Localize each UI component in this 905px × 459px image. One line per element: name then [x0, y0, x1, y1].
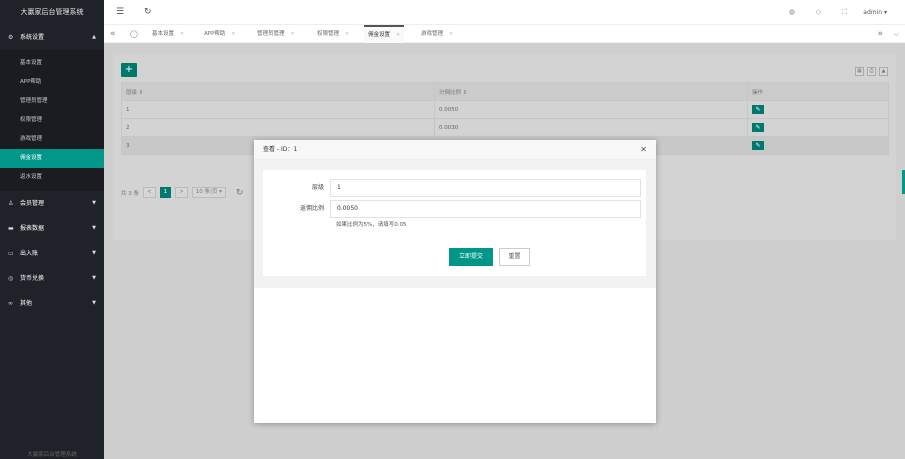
- export-icon[interactable]: ⎙: [867, 67, 876, 76]
- edit-icon[interactable]: ✎: [752, 105, 764, 114]
- home-icon[interactable]: ◯: [130, 25, 138, 43]
- tag-icon[interactable]: ◇: [816, 0, 821, 25]
- level-label: 层级: [311, 184, 324, 191]
- nav-group-member-management[interactable]: ♙ 会员管理 ▼: [0, 191, 104, 216]
- table-row: 1 0.0050 ✎: [121, 100, 889, 119]
- sidebar-footer-title: 大赢家后台管理系统: [27, 452, 77, 458]
- modal-title: 查看 - ID：1: [263, 146, 298, 153]
- nav-group-in-out-account[interactable]: ▭ 出入账 ▼: [0, 241, 104, 266]
- top-header: ☰ ↻ ◍ ◇ ⛶ admin ▾: [104, 0, 905, 25]
- tab-commission-settings[interactable]: 佣金设置 ✕: [364, 25, 405, 43]
- user-menu[interactable]: admin ▾: [863, 0, 887, 25]
- chevron-down-icon: ▼: [92, 225, 96, 231]
- nav-group-label: 报表数据: [20, 225, 45, 232]
- pager-per-page-select[interactable]: 10 条/页 ▾: [191, 187, 226, 198]
- columns-icon[interactable]: ▦: [855, 67, 864, 76]
- tab-basic-settings[interactable]: 基本设置 ✕: [148, 25, 188, 43]
- print-icon[interactable]: ▲: [879, 67, 888, 76]
- submit-button[interactable]: 立即提交: [449, 248, 493, 266]
- sidebar-item-commission-settings[interactable]: 佣金设置: [0, 149, 104, 168]
- ratio-hint: 如果比例为5%，请填写0.05: [336, 222, 407, 228]
- cell-ratio: 0.0050: [434, 100, 748, 119]
- tab-app-help[interactable]: APP帮助 ✕: [200, 25, 240, 43]
- edit-icon[interactable]: ✎: [752, 123, 764, 132]
- modal-body: 层级 1 返佣比例 0.0050 如果比例为5%，请填写0.05 立即提交 重置: [254, 160, 656, 288]
- pager-current-page[interactable]: 1: [159, 187, 172, 198]
- menu-icon[interactable]: ☰: [116, 0, 124, 25]
- level-field[interactable]: 1: [330, 179, 641, 197]
- column-header-actions: 操作: [747, 82, 889, 101]
- close-icon[interactable]: ✕: [396, 32, 400, 38]
- chevron-down-icon: ▼: [92, 300, 96, 306]
- chevron-down-icon: ▼: [92, 200, 96, 206]
- ratio-label: 返佣比例: [299, 205, 324, 212]
- pager-prev[interactable]: <: [143, 187, 156, 198]
- nav-group-report-data[interactable]: ▬ 报表数据 ▼: [0, 216, 104, 241]
- nav-group-label: 货币兑换: [20, 275, 45, 282]
- app-logo: 大赢家后台管理系统: [20, 8, 84, 16]
- nav-group-label: 会员管理: [20, 200, 45, 207]
- modal-header: 查看 - ID：1 ✕: [254, 140, 656, 160]
- form-row-ratio: 返佣比例 0.0050: [263, 200, 646, 218]
- table-row: 2 0.0030 ✎: [121, 118, 889, 137]
- wallet-icon: ▭: [8, 250, 14, 257]
- ratio-field[interactable]: 0.0050: [330, 200, 641, 218]
- column-header-ratio[interactable]: 分佣比例 ⇕: [434, 82, 748, 101]
- fullscreen-icon[interactable]: ⛶: [842, 0, 847, 25]
- sub-menu: 基本设置 APP帮助 管理员管理 权限管理 游戏管理 佣金设置 返水设置: [0, 50, 104, 191]
- tab-game-management[interactable]: 游戏管理 ✕: [417, 25, 457, 43]
- close-icon[interactable]: ✕: [345, 31, 349, 37]
- close-icon[interactable]: ✕: [449, 31, 453, 37]
- nav-group-label: 其他: [20, 300, 33, 307]
- sidebar-item-app-help[interactable]: APP帮助: [0, 73, 104, 92]
- coin-icon: ◎: [8, 275, 14, 282]
- tabs-scroll-left-icon[interactable]: «: [110, 25, 116, 43]
- tab-permission-management[interactable]: 权限管理 ✕: [313, 25, 353, 43]
- close-icon[interactable]: ✕: [640, 140, 647, 160]
- reset-button[interactable]: 重置: [499, 248, 530, 266]
- chevron-up-icon: ▲: [92, 34, 96, 40]
- view-modal: 查看 - ID：1 ✕ 层级 1 返佣比例 0.0050 如果比例为5%，请填写…: [254, 140, 656, 423]
- pager-next[interactable]: >: [175, 187, 188, 198]
- sidebar-item-admin-management[interactable]: 管理员管理: [0, 92, 104, 111]
- close-icon[interactable]: ✕: [231, 31, 235, 37]
- table-toolbar: ▦ ⎙ ▲: [855, 67, 888, 76]
- refresh-icon[interactable]: ↻: [144, 0, 152, 25]
- gear-icon: ⚙: [8, 34, 14, 41]
- user-icon: ♙: [8, 200, 14, 207]
- sidebar-item-rebate-settings[interactable]: 返水设置: [0, 168, 104, 187]
- add-button[interactable]: +: [121, 63, 137, 77]
- nav-group-other[interactable]: ∞ 其他 ▼: [0, 291, 104, 316]
- form-card: 层级 1 返佣比例 0.0050 如果比例为5%，请填写0.05 立即提交 重置: [263, 170, 646, 276]
- cell-ratio: 0.0030: [434, 118, 748, 137]
- link-icon: ∞: [8, 300, 13, 307]
- form-row-level: 层级 1: [263, 179, 646, 197]
- sidebar-item-permission-management[interactable]: 权限管理: [0, 111, 104, 130]
- close-icon[interactable]: ✕: [180, 31, 184, 37]
- nav-group-label: 系统设置: [20, 34, 45, 41]
- pager-total: 共 3 条: [121, 190, 139, 197]
- pagination: 共 3 条 < 1 > 10 条/页 ▾ ↻: [121, 187, 243, 198]
- column-header-level[interactable]: 层级 ⇕: [121, 82, 435, 101]
- close-icon[interactable]: ✕: [291, 31, 295, 37]
- sidebar-item-game-management[interactable]: 游戏管理: [0, 130, 104, 149]
- sidebar-item-basic-settings[interactable]: 基本设置: [0, 54, 104, 73]
- cell-level: 2: [121, 118, 435, 137]
- nav-group-currency-exchange[interactable]: ◎ 货币兑换 ▼: [0, 266, 104, 291]
- sidebar: 大赢家后台管理系统 ⚙ 系统设置 ▲ 基本设置 APP帮助 管理员管理 权限管理…: [0, 0, 104, 459]
- nav-group-system-settings[interactable]: ⚙ 系统设置 ▲: [0, 25, 104, 50]
- theme-icon[interactable]: ◍: [789, 0, 795, 25]
- nav-group-label: 出入账: [20, 250, 39, 257]
- refresh-icon[interactable]: ↻: [236, 188, 244, 198]
- tabs-bar: « ◯ 基本设置 ✕ APP帮助 ✕ 管理员管理 ✕ 权限管理 ✕ 佣金设置 ✕ 游戏管理…: [104, 25, 905, 43]
- tabs-scroll-right-icon[interactable]: »: [877, 25, 883, 43]
- chevron-down-icon: ▼: [92, 275, 96, 281]
- edit-icon[interactable]: ✎: [752, 141, 764, 150]
- chevron-down-icon[interactable]: ⌵: [894, 25, 899, 43]
- cell-level: 1: [121, 100, 435, 119]
- tab-admin-management[interactable]: 管理员管理 ✕: [253, 25, 299, 43]
- chevron-down-icon: ▼: [92, 250, 96, 256]
- chart-icon: ▬: [8, 225, 14, 232]
